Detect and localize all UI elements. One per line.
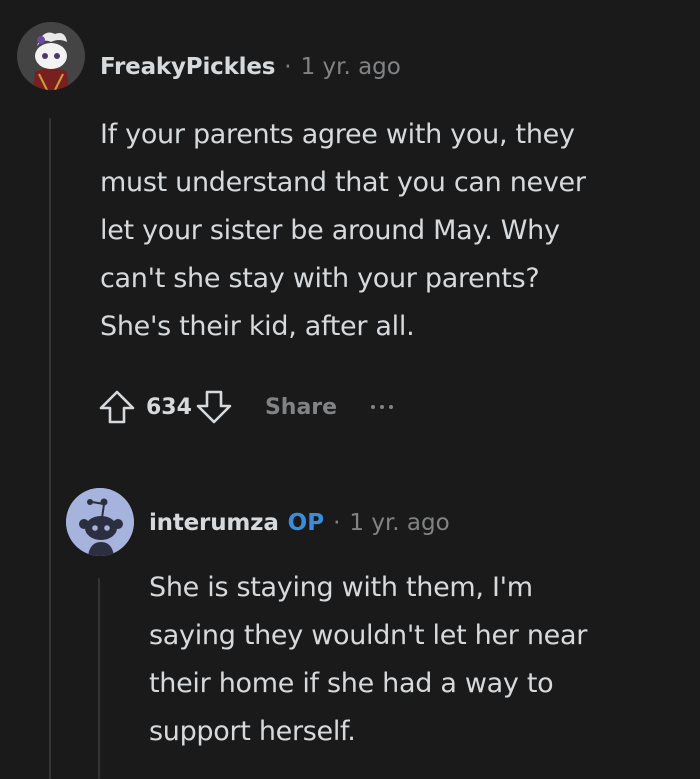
reply-username[interactable]: interumza — [149, 510, 279, 536]
op-badge: OP — [287, 510, 325, 536]
comment-meta: FreakyPickles · 1 yr. ago — [100, 54, 401, 80]
share-button[interactable]: Share — [265, 395, 337, 420]
upvote-button[interactable] — [94, 384, 140, 430]
upvote-arrow-icon — [99, 390, 135, 424]
comment-timestamp[interactable]: 1 yr. ago — [301, 54, 401, 80]
default-snoo-icon — [66, 488, 134, 556]
reply-thread-line[interactable] — [98, 578, 100, 779]
meta-separator: · — [284, 54, 292, 80]
reply-meta: interumza OP · 1 yr. ago — [149, 510, 450, 536]
comment-actions: 634 Share — [94, 384, 394, 430]
reply-timestamp[interactable]: 1 yr. ago — [349, 510, 449, 536]
meta-separator: · — [333, 510, 341, 536]
comment-username[interactable]: FreakyPickles — [100, 54, 275, 80]
more-options-icon[interactable] — [371, 405, 394, 409]
reply-body: She is staying with them, I'm saying the… — [149, 572, 588, 747]
reply-avatar[interactable] — [66, 488, 134, 556]
comment-thread-line[interactable] — [49, 118, 51, 779]
snoo-avatar-icon — [17, 22, 85, 90]
comment-body: If your parents agree with you, they mus… — [100, 119, 586, 342]
downvote-button[interactable] — [191, 384, 237, 430]
downvote-arrow-icon — [196, 390, 232, 424]
vote-score: 634 — [146, 394, 192, 420]
commenter-avatar[interactable] — [17, 22, 85, 90]
